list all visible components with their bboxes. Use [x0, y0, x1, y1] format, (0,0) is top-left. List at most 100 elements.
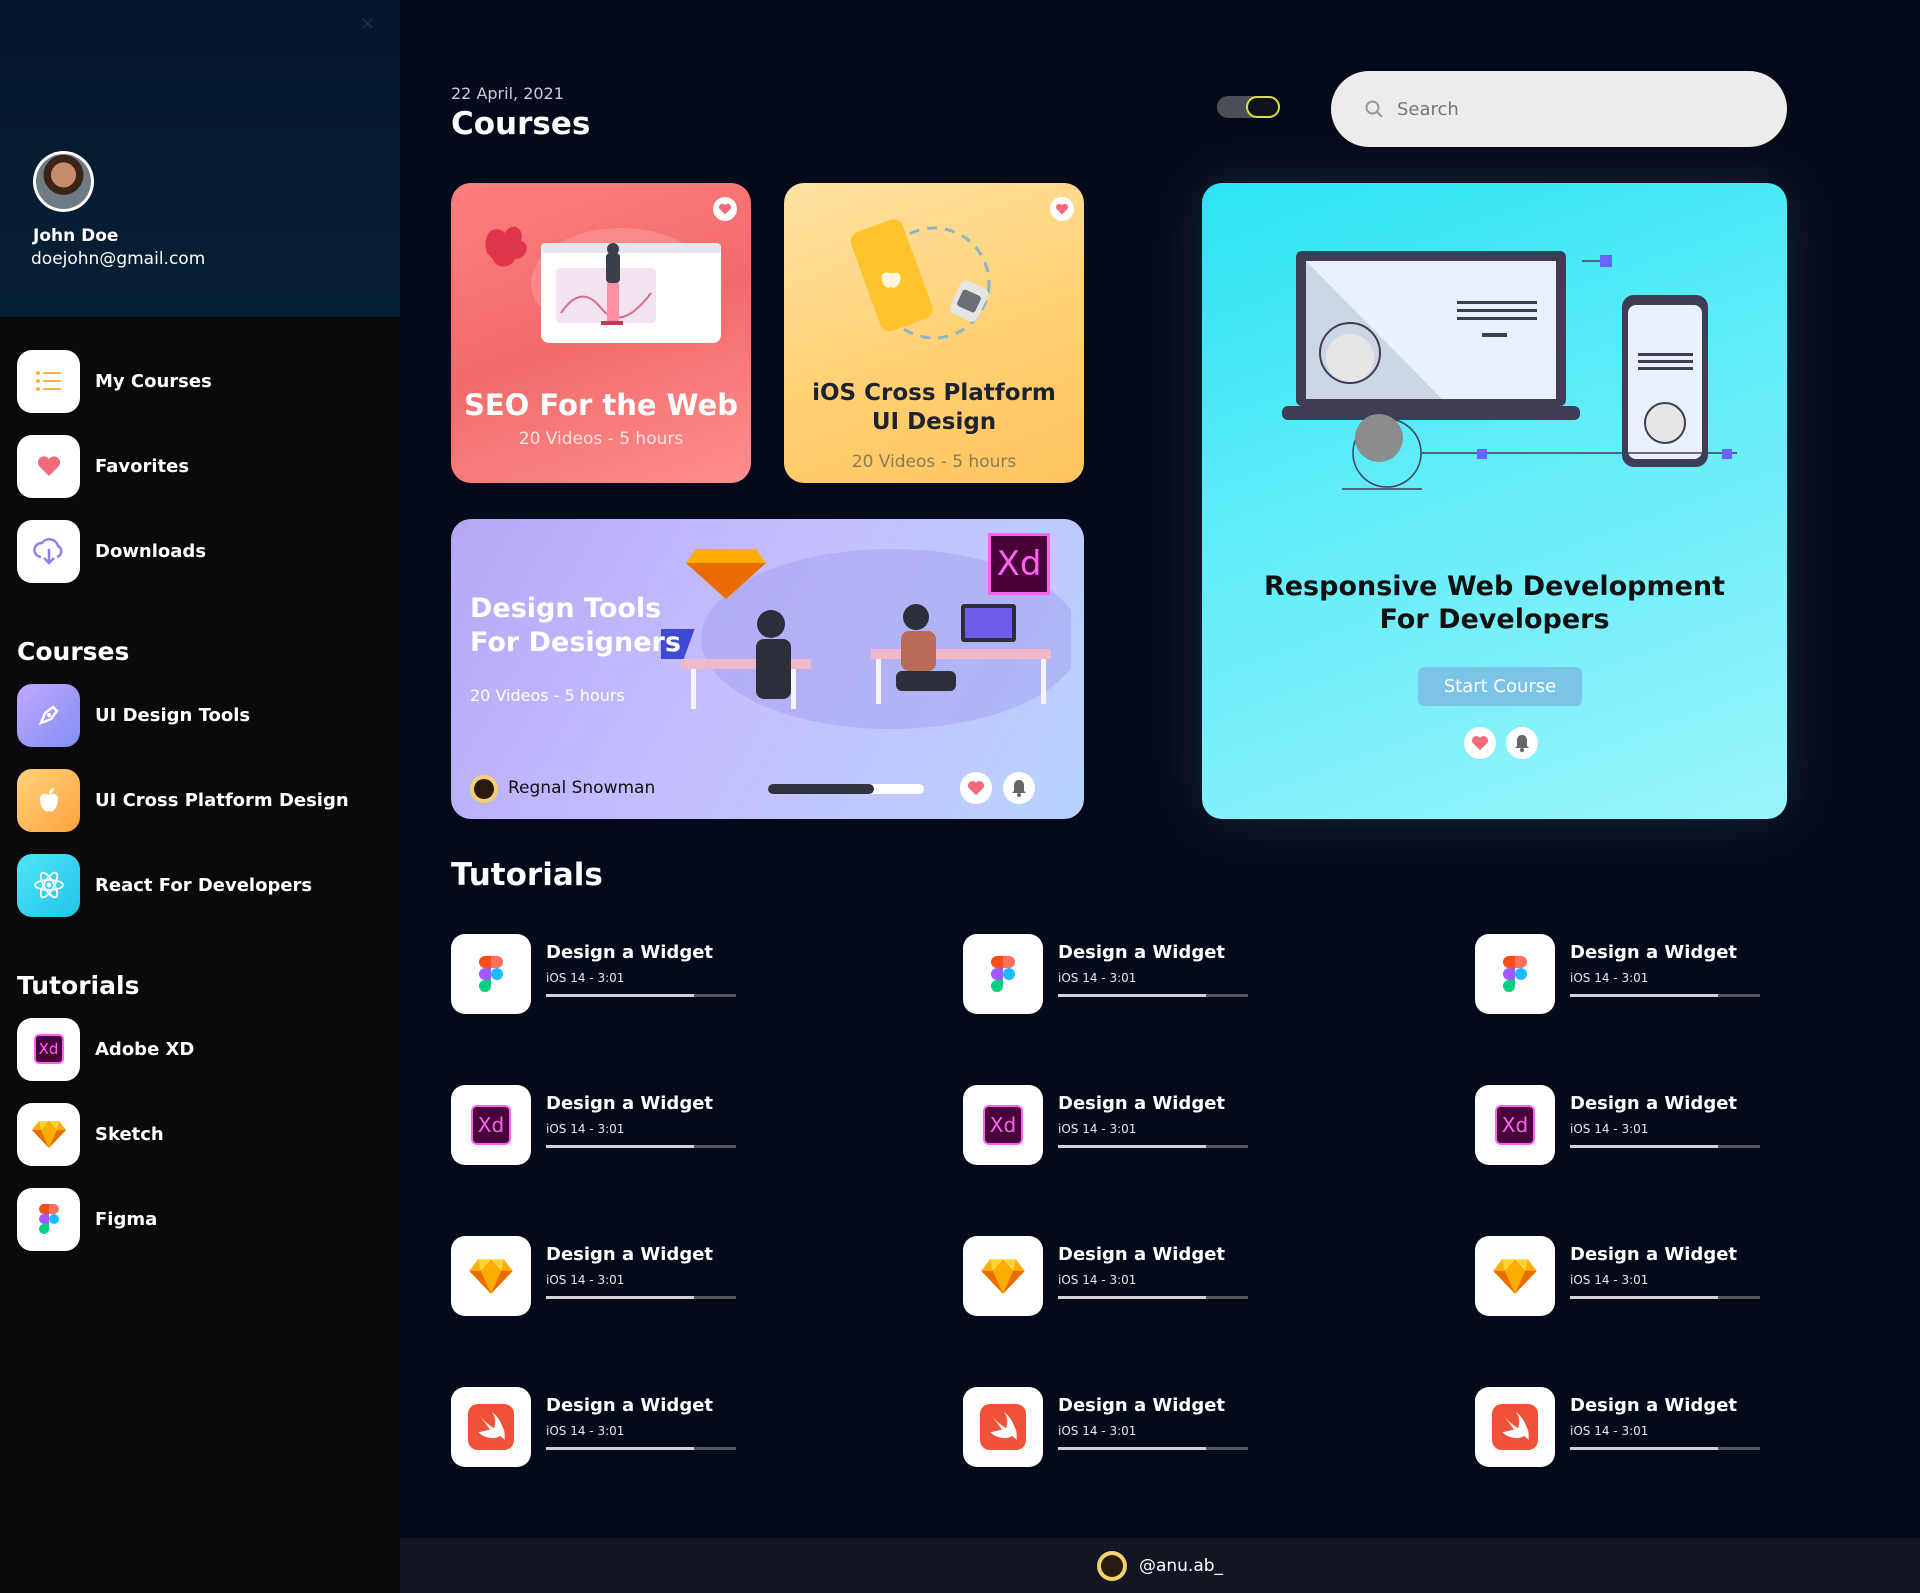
sidebar-item-my-courses[interactable]: My Courses: [17, 349, 387, 413]
swift-icon: [963, 1387, 1043, 1467]
sidebar-item-adobe-xd[interactable]: Xd Adobe XD: [17, 1017, 387, 1081]
react-icon: [17, 853, 80, 917]
seo-illustration: [485, 226, 721, 343]
card-title-line1: iOS Cross Platform: [812, 380, 1056, 406]
figma-icon: [963, 934, 1043, 1014]
progress-bar: [1570, 1296, 1760, 1299]
tutorial-item[interactable]: Design a Widget iOS 14 - 3:01: [451, 934, 771, 1014]
tutorial-meta: iOS 14 - 3:01: [546, 1122, 625, 1136]
sidebar-item-ui-design-tools[interactable]: UI Design Tools: [17, 683, 387, 747]
tutorial-title: Design a Widget: [1058, 1395, 1226, 1416]
notify-button[interactable]: [1003, 772, 1035, 804]
footer-handle[interactable]: @anu.ab_: [1139, 1556, 1223, 1576]
sketch-icon: [451, 1236, 531, 1316]
sketch-icon: [17, 1102, 80, 1166]
search-input[interactable]: [1397, 98, 1697, 120]
tutorial-title: Design a Widget: [546, 942, 714, 963]
sidebar-item-downloads[interactable]: Downloads: [17, 519, 387, 583]
tutorial-meta: iOS 14 - 3:01: [1058, 1122, 1137, 1136]
card-subtitle: 20 Videos - 5 hours: [518, 429, 684, 449]
course-card-ios[interactable]: iOS Cross Platform UI Design 20 Videos -…: [784, 183, 1084, 483]
progress-bar: [1058, 994, 1248, 997]
course-card-seo[interactable]: SEO For the Web 20 Videos - 5 hours: [451, 183, 751, 483]
user-name: John Doe: [33, 226, 119, 246]
heart-icon: [17, 434, 80, 498]
tutorial-item[interactable]: Design a Widget iOS 14 - 3:01: [1475, 1387, 1795, 1467]
tutorial-item[interactable]: Design a Widget iOS 14 - 3:01: [963, 1387, 1283, 1467]
favorite-button[interactable]: [1464, 727, 1496, 759]
card-title-line1: Responsive Web Development: [1263, 571, 1726, 602]
tutorial-title: Design a Widget: [1058, 1244, 1226, 1265]
progress-bar: [1058, 1447, 1248, 1450]
tutorial-item[interactable]: Design a Widget iOS 14 - 3:01: [451, 1236, 771, 1316]
card-title-line2: For Designers: [470, 627, 681, 658]
adobe-xd-icon: Xd: [1475, 1085, 1555, 1165]
sidebar-item-ui-cross-platform[interactable]: UI Cross Platform Design: [17, 768, 387, 832]
tutorial-item[interactable]: Design a Widget iOS 14 - 3:01: [963, 934, 1283, 1014]
heart-icon[interactable]: [713, 197, 737, 221]
progress-bar: [1570, 994, 1760, 997]
swift-icon: [451, 1387, 531, 1467]
tutorial-item[interactable]: Design a Widget iOS 14 - 3:01: [1475, 934, 1795, 1014]
figma-icon: [17, 1187, 80, 1251]
tutorial-meta: iOS 14 - 3:01: [546, 971, 625, 985]
sidebar-item-label: Favorites: [95, 455, 190, 477]
adobe-xd-icon: Xd: [451, 1085, 531, 1165]
card-subtitle: 20 Videos - 5 hours: [851, 452, 1017, 472]
tutorial-item[interactable]: Xd Design a Widget iOS 14 - 3:01: [963, 1085, 1283, 1165]
sidebar-item-label: Sketch: [95, 1123, 164, 1145]
search-bar[interactable]: [1331, 71, 1787, 147]
sidebar-item-label: React For Developers: [95, 874, 313, 896]
card-title-line2: For Developers: [1379, 604, 1610, 635]
footer-avatar: [1096, 1550, 1127, 1581]
author-avatar: [470, 775, 498, 803]
tutorial-meta: iOS 14 - 3:01: [1058, 1273, 1137, 1287]
sidebar-tutorials-heading: Tutorials: [17, 971, 140, 1000]
list-icon: [17, 349, 80, 413]
tutorial-item[interactable]: Xd Design a Widget iOS 14 - 3:01: [1475, 1085, 1795, 1165]
sidebar-item-label: Downloads: [95, 540, 207, 562]
sketch-icon: [963, 1236, 1043, 1316]
sidebar-item-figma[interactable]: Figma: [17, 1187, 387, 1251]
current-date: 22 April, 2021: [451, 84, 564, 103]
theme-toggle[interactable]: [1217, 96, 1280, 118]
tutorial-title: Design a Widget: [1058, 1093, 1226, 1114]
sidebar-item-label: My Courses: [95, 370, 212, 392]
tutorial-meta: iOS 14 - 3:01: [546, 1273, 625, 1287]
bell-icon: [1012, 780, 1026, 797]
swift-icon: [1475, 1387, 1555, 1467]
progress-bar: [1570, 1447, 1760, 1450]
tutorial-item[interactable]: Design a Widget iOS 14 - 3:01: [451, 1387, 771, 1467]
tutorial-title: Design a Widget: [1570, 1093, 1738, 1114]
tutorial-title: Design a Widget: [546, 1395, 714, 1416]
close-icon[interactable]: ✕: [360, 14, 375, 35]
sidebar-item-favorites[interactable]: Favorites: [17, 434, 387, 498]
start-course-button[interactable]: Start Course: [1418, 667, 1582, 706]
course-card-design-tools[interactable]: Xd Design Tools For Designers 20 Videos …: [451, 519, 1084, 819]
tutorial-item[interactable]: Design a Widget iOS 14 - 3:01: [963, 1236, 1283, 1316]
progress-bar: [1058, 1145, 1248, 1148]
tutorial-item[interactable]: Design a Widget iOS 14 - 3:01: [1475, 1236, 1795, 1316]
tutorials-heading: Tutorials: [451, 857, 603, 893]
tutorial-item[interactable]: Xd Design a Widget iOS 14 - 3:01: [451, 1085, 771, 1165]
heart-icon: [967, 781, 985, 796]
tutorial-title: Design a Widget: [1570, 1395, 1738, 1416]
card-title: SEO For the Web: [463, 388, 739, 422]
tutorial-title: Design a Widget: [1570, 1244, 1738, 1265]
sidebar-item-label: UI Design Tools: [95, 704, 251, 726]
sidebar-item-react[interactable]: React For Developers: [17, 853, 387, 917]
search-icon: [1365, 100, 1383, 118]
sidebar-item-sketch[interactable]: Sketch: [17, 1102, 387, 1166]
apple-icon: [17, 768, 80, 832]
course-card-responsive[interactable]: Responsive Web Development For Developer…: [1202, 183, 1787, 819]
page-title: Courses: [451, 106, 591, 142]
favorite-button[interactable]: [960, 772, 992, 804]
avatar[interactable]: [33, 151, 94, 212]
sidebar-courses-heading: Courses: [17, 637, 130, 666]
card-subtitle: 20 Videos - 5 hours: [470, 686, 625, 705]
adobe-xd-icon: Xd: [988, 533, 1050, 595]
figma-icon: [451, 934, 531, 1014]
heart-icon[interactable]: [1050, 197, 1074, 221]
tutorial-meta: iOS 14 - 3:01: [1058, 971, 1137, 985]
notify-button[interactable]: [1506, 727, 1538, 759]
